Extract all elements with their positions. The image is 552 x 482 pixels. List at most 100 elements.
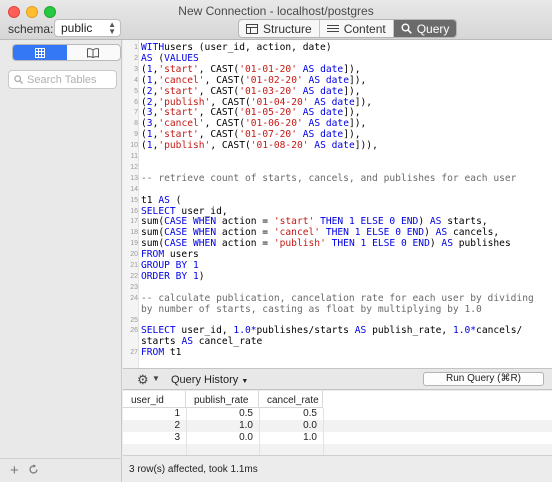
results-table: user_id publish_rate cancel_rate 1 0.5 0.5 2 1.… bbox=[123, 391, 552, 456]
code-line: sum(CASE WHEN action = 'start' THEN 1 EL… bbox=[141, 216, 488, 228]
line-number: 7 bbox=[134, 109, 138, 117]
structure-icon bbox=[246, 23, 258, 34]
schema-select[interactable]: public ▲ ▼ bbox=[54, 19, 121, 37]
code-line: (3,'cancel', CAST('01-06-20' AS date]), bbox=[141, 118, 367, 130]
chevron-updown-icon: ▲ ▼ bbox=[108, 20, 116, 36]
code-line: (3,'start', CAST('01-05-20' AS date]), bbox=[141, 107, 361, 119]
code-line: (2,'start', CAST('01-03-20' AS date]), bbox=[141, 85, 361, 97]
line-number: 4 bbox=[134, 76, 138, 84]
table-cell: 1.0 bbox=[239, 420, 253, 431]
table-cell: 1 bbox=[174, 408, 180, 419]
line-number: 23 bbox=[130, 283, 138, 291]
query-history-button[interactable]: Query History ▼ bbox=[171, 374, 248, 386]
table-cell: 0.0 bbox=[303, 420, 317, 431]
book-view-button[interactable] bbox=[67, 45, 121, 60]
refresh-icon[interactable] bbox=[28, 464, 39, 475]
line-number: 25 bbox=[130, 316, 138, 324]
line-number: 6 bbox=[134, 98, 138, 106]
table-cell: 0.0 bbox=[239, 432, 253, 443]
line-number: 17 bbox=[130, 218, 138, 226]
table-cell: 1.0 bbox=[303, 432, 317, 443]
chevron-down-icon: ▼ bbox=[241, 378, 249, 385]
code-line: by number of starts, casting as float by… bbox=[141, 303, 482, 315]
table-cell: 2 bbox=[174, 420, 180, 431]
column-header[interactable]: cancel_rate bbox=[259, 391, 323, 408]
sidebar-view-toggle bbox=[12, 44, 121, 61]
code-line: FROM users bbox=[141, 249, 199, 261]
window-title: New Connection - localhost/postgres bbox=[178, 4, 374, 18]
tab-content-label: Content bbox=[343, 21, 386, 36]
code-line: (1,'cancel', CAST('01-02-20' AS date]), bbox=[141, 74, 367, 86]
code-line: (1,'start', CAST('01-07-20' AS date]), bbox=[141, 129, 361, 141]
sidebar: Search Tables + bbox=[0, 40, 122, 482]
status-bar: 3 row(s) affected, took 1.1ms bbox=[123, 455, 552, 482]
code-line: AS (VALUES bbox=[141, 52, 199, 64]
line-number: 19 bbox=[130, 240, 138, 248]
line-number: 9 bbox=[134, 131, 138, 139]
table-view-button[interactable] bbox=[13, 45, 67, 60]
code-line: FROM t1 bbox=[141, 347, 182, 359]
code-line: ORDER BY 1) bbox=[141, 270, 205, 282]
code-line: SELECT user_id, bbox=[141, 205, 228, 217]
table-cell: 3 bbox=[174, 432, 180, 443]
code-line: sum(CASE WHEN action = 'publish' THEN 1 … bbox=[141, 238, 511, 250]
query-history-label: Query History bbox=[171, 374, 239, 386]
line-number: 3 bbox=[134, 65, 138, 73]
code-line: GROUP BY 1 bbox=[141, 260, 199, 271]
line-number: 20 bbox=[130, 251, 138, 259]
code-line: SELECT user_id, 1.0*publishes/starts AS … bbox=[141, 325, 523, 337]
line-number: 8 bbox=[134, 120, 138, 128]
line-number: 12 bbox=[130, 163, 138, 171]
line-number: 1 bbox=[134, 44, 138, 51]
code-line: -- retrieve count of starts, cancels, an… bbox=[141, 172, 517, 184]
tab-content[interactable]: Content bbox=[320, 20, 394, 37]
search-placeholder: Search Tables bbox=[27, 74, 97, 86]
line-number: 13 bbox=[130, 174, 138, 182]
line-number: 21 bbox=[130, 262, 138, 269]
column-header[interactable]: user_id bbox=[123, 391, 186, 408]
run-query-button[interactable]: Run Query (⌘R) bbox=[423, 372, 544, 386]
table-cell: 0.5 bbox=[303, 408, 317, 419]
add-icon[interactable]: + bbox=[10, 462, 19, 479]
view-tabs: Structure Content Query bbox=[238, 19, 458, 38]
status-text: 3 row(s) affected, took 1.1ms bbox=[129, 464, 258, 475]
line-number: 15 bbox=[130, 196, 138, 204]
code-line: (2,'publish', CAST('01-04-20' AS date]), bbox=[141, 96, 373, 108]
schema-value: public bbox=[61, 21, 93, 35]
line-number: 24 bbox=[130, 294, 138, 302]
code-line: (1,'start', CAST('01-01-20' AS date]), bbox=[141, 63, 361, 75]
line-number: 16 bbox=[130, 207, 138, 215]
column-divider bbox=[323, 408, 324, 455]
title-bar: New Connection - localhost/postgres sche… bbox=[0, 0, 552, 40]
search-icon bbox=[14, 75, 23, 84]
sql-editor[interactable]: 1 WITHusers (user_id, action, date) 2 AS (V… bbox=[123, 40, 552, 368]
line-number: 5 bbox=[134, 87, 138, 95]
book-icon bbox=[87, 47, 100, 58]
line-number: 14 bbox=[130, 185, 138, 193]
column-divider bbox=[186, 408, 187, 455]
grid-icon bbox=[34, 47, 45, 58]
query-icon bbox=[401, 23, 412, 34]
line-number: 22 bbox=[130, 272, 138, 280]
line-number: 26 bbox=[130, 327, 138, 335]
code-line: WITHusers (user_id, action, date) bbox=[141, 42, 332, 53]
search-tables-input[interactable]: Search Tables bbox=[8, 70, 117, 89]
code-line: (1,'publish', CAST('01-08-20' AS date]))… bbox=[141, 140, 378, 152]
tab-structure[interactable]: Structure bbox=[239, 20, 320, 37]
query-toolbar: ⚙ ▼ Query History ▼ Run Query (⌘R) bbox=[123, 368, 552, 390]
tab-query[interactable]: Query bbox=[393, 20, 457, 37]
column-header[interactable]: publish_rate bbox=[186, 391, 259, 408]
line-number: 27 bbox=[130, 349, 138, 357]
gear-icon[interactable]: ⚙ bbox=[137, 373, 149, 386]
line-number: 2 bbox=[134, 54, 138, 62]
line-number: 18 bbox=[130, 229, 138, 237]
line-number: 11 bbox=[130, 153, 138, 160]
code-line: t1 AS ( bbox=[141, 194, 182, 206]
chevron-down-icon: ▼ bbox=[152, 374, 160, 383]
table-cell: 0.5 bbox=[239, 408, 253, 419]
tab-structure-label: Structure bbox=[263, 21, 312, 36]
content-icon bbox=[326, 24, 339, 32]
code-line: starts AS cancel_rate bbox=[141, 336, 263, 348]
schema-label: schema: bbox=[8, 22, 54, 36]
line-number: 10 bbox=[130, 142, 138, 150]
